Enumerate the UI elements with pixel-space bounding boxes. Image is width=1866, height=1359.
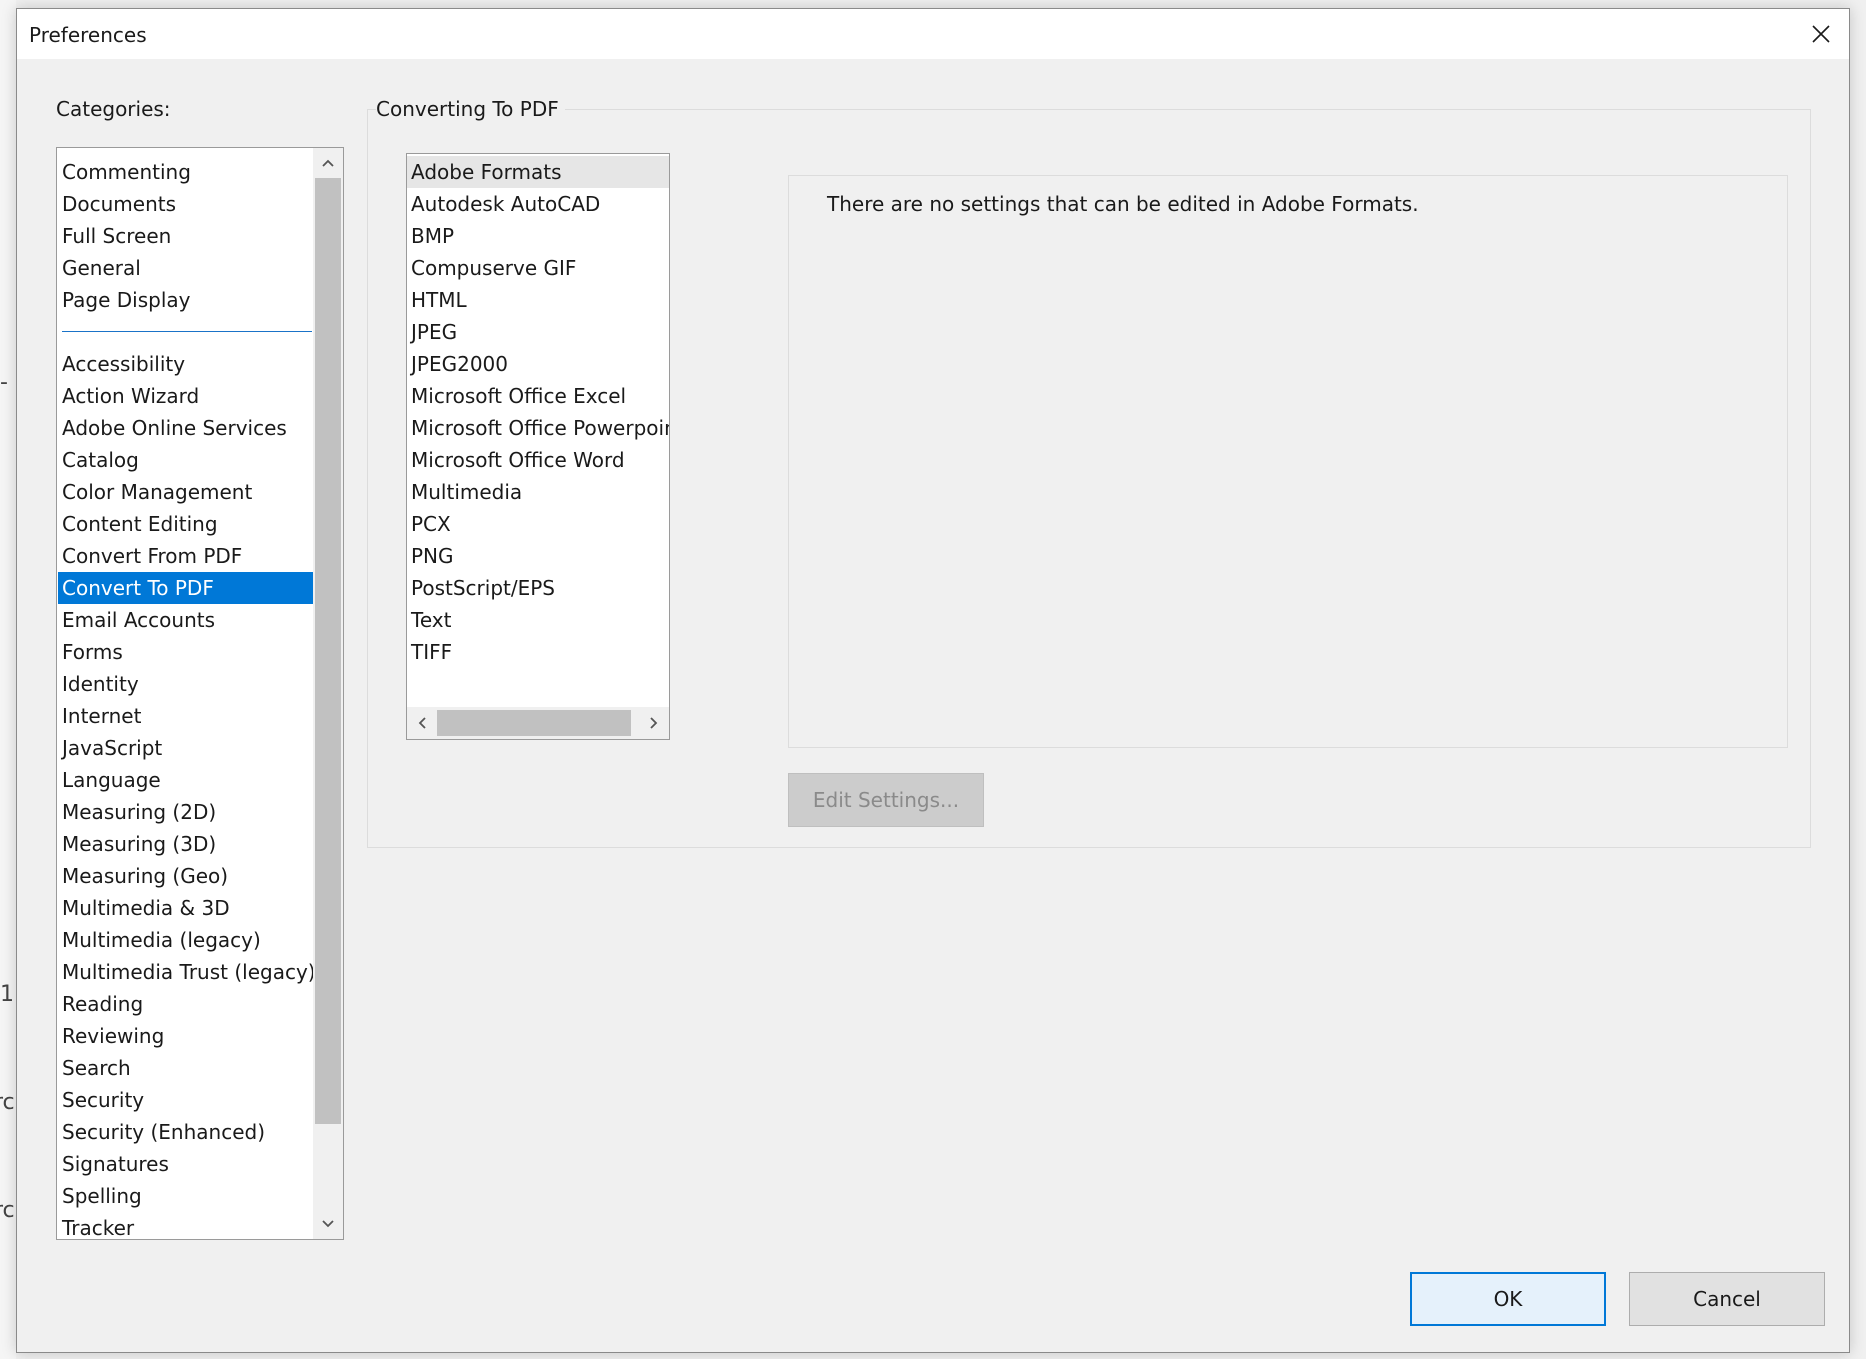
category-item[interactable]: Language — [58, 764, 314, 796]
categories-items: Commenting Documents Full Screen General Pag… — [58, 156, 316, 1239]
category-separator — [58, 316, 314, 348]
categories-listbox[interactable]: Commenting Documents Full Screen General Pag… — [56, 147, 344, 1240]
chevron-right-icon — [650, 717, 658, 729]
chevron-left-icon — [418, 717, 426, 729]
background-text-fragment: rc — [0, 1198, 15, 1223]
format-item[interactable]: BMP — [407, 220, 669, 252]
cancel-button[interactable]: Cancel — [1629, 1272, 1825, 1326]
category-item[interactable]: Full Screen — [58, 220, 314, 252]
category-item[interactable]: Convert To PDF — [58, 572, 314, 604]
chevron-up-icon — [322, 159, 334, 167]
settings-info-box: There are no settings that can be edited… — [788, 175, 1788, 748]
category-item[interactable]: General — [58, 252, 314, 284]
category-item[interactable]: Convert From PDF — [58, 540, 314, 572]
category-item[interactable]: JavaScript — [58, 732, 314, 764]
close-icon — [1812, 25, 1830, 43]
chevron-down-icon — [322, 1220, 334, 1228]
format-item[interactable]: Multimedia — [407, 476, 669, 508]
title-bar[interactable]: Preferences — [17, 9, 1849, 59]
background-text-fragment: - — [0, 370, 8, 395]
scroll-left-button[interactable] — [407, 707, 437, 739]
settings-info-text: There are no settings that can be edited… — [827, 192, 1419, 216]
category-item[interactable]: Adobe Online Services — [58, 412, 314, 444]
category-item[interactable]: Commenting — [58, 156, 314, 188]
scroll-down-button[interactable] — [313, 1209, 343, 1239]
close-button[interactable] — [1793, 9, 1849, 59]
format-item[interactable]: Autodesk AutoCAD — [407, 188, 669, 220]
category-item[interactable]: Spelling — [58, 1180, 314, 1212]
format-item[interactable]: Microsoft Office Powerpoint — [407, 412, 669, 444]
category-item[interactable]: Internet — [58, 700, 314, 732]
category-item[interactable]: Documents — [58, 188, 314, 220]
scrollbar-thumb[interactable] — [315, 178, 341, 1124]
format-item[interactable]: PNG — [407, 540, 669, 572]
ok-button[interactable]: OK — [1410, 1272, 1606, 1326]
format-item[interactable]: TIFF — [407, 636, 669, 668]
category-item[interactable]: Security — [58, 1084, 314, 1116]
panel-title: Converting To PDF — [376, 97, 565, 121]
format-item[interactable]: JPEG — [407, 316, 669, 348]
categories-scrollbar[interactable] — [313, 148, 343, 1239]
category-item[interactable]: Content Editing — [58, 508, 314, 540]
scroll-up-button[interactable] — [313, 148, 343, 178]
category-item[interactable]: Search — [58, 1052, 314, 1084]
edit-settings-button[interactable]: Edit Settings... — [788, 773, 984, 827]
preferences-dialog: Preferences Categories: Commenting Docume… — [16, 8, 1850, 1353]
category-item[interactable]: Signatures — [58, 1148, 314, 1180]
background-text-fragment: rc — [0, 1090, 15, 1115]
category-item[interactable]: Catalog — [58, 444, 314, 476]
category-item[interactable]: Reviewing — [58, 1020, 314, 1052]
category-item[interactable]: Page Display — [58, 284, 314, 316]
formats-horizontal-scrollbar[interactable] — [407, 707, 669, 739]
category-item[interactable]: Color Management — [58, 476, 314, 508]
format-item[interactable]: Text — [407, 604, 669, 636]
scroll-right-button[interactable] — [639, 707, 669, 739]
background-text-fragment: 1 — [0, 982, 14, 1007]
category-item[interactable]: Multimedia & 3D — [58, 892, 314, 924]
category-item[interactable]: Measuring (2D) — [58, 796, 314, 828]
category-item[interactable]: Accessibility — [58, 348, 314, 380]
category-item[interactable]: Multimedia Trust (legacy) — [58, 956, 316, 988]
format-item[interactable]: Microsoft Office Word — [407, 444, 669, 476]
format-item[interactable]: Microsoft Office Excel — [407, 380, 669, 412]
category-item[interactable]: Security (Enhanced) — [58, 1116, 314, 1148]
format-item[interactable]: Compuserve GIF — [407, 252, 669, 284]
format-item[interactable]: PostScript/EPS — [407, 572, 669, 604]
format-item[interactable]: JPEG2000 — [407, 348, 669, 380]
category-item[interactable]: Email Accounts — [58, 604, 314, 636]
format-item[interactable]: HTML — [407, 284, 669, 316]
category-item[interactable]: Identity — [58, 668, 314, 700]
background-window-edge: - 1 rc rc — [0, 0, 16, 1359]
scrollbar-thumb[interactable] — [437, 710, 631, 736]
formats-listbox[interactable]: Adobe Formats Autodesk AutoCAD BMP Compuser… — [406, 153, 670, 740]
category-item[interactable]: Measuring (3D) — [58, 828, 314, 860]
category-item[interactable]: Multimedia (legacy) — [58, 924, 314, 956]
category-item[interactable]: Forms — [58, 636, 314, 668]
category-item[interactable]: Reading — [58, 988, 314, 1020]
categories-label: Categories: — [56, 97, 171, 121]
category-item[interactable]: Tracker — [58, 1212, 314, 1239]
format-item[interactable]: Adobe Formats — [407, 156, 669, 188]
format-item[interactable]: PCX — [407, 508, 669, 540]
category-item[interactable]: Measuring (Geo) — [58, 860, 314, 892]
category-item[interactable]: Action Wizard — [58, 380, 314, 412]
dialog-title: Preferences — [29, 23, 147, 47]
formats-items: Adobe Formats Autodesk AutoCAD BMP Compuser… — [407, 156, 669, 668]
